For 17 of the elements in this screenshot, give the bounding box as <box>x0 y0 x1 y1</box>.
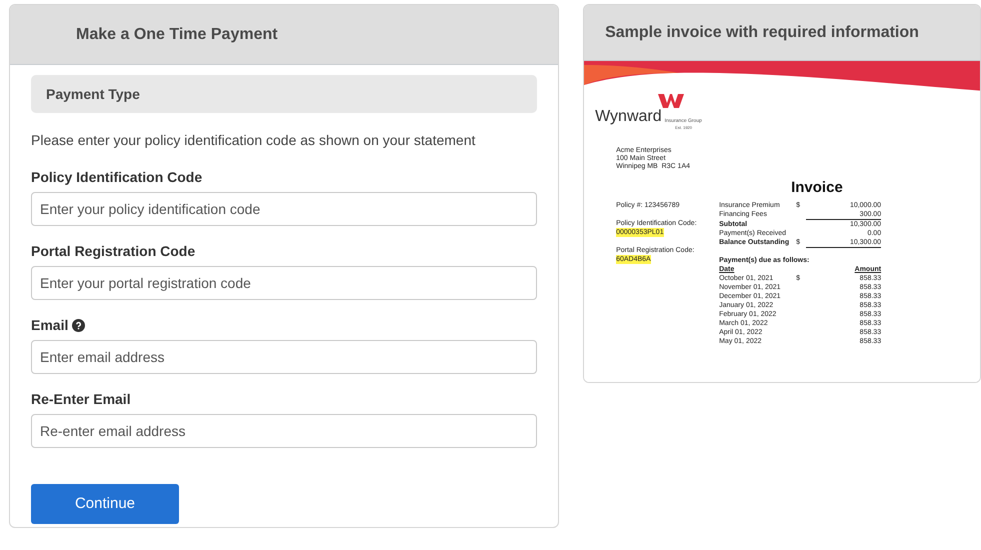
input-field[interactable]: Enter email address <box>31 340 538 374</box>
input-field[interactable]: Enter your policy identification code <box>31 192 538 226</box>
field-label: Email <box>31 316 68 335</box>
field-label: Re-Enter Email <box>31 390 131 409</box>
field-label: Policy Identification Code <box>31 168 202 187</box>
input-field[interactable]: Enter your portal registration code <box>31 266 538 300</box>
invoice-title: Invoice <box>791 179 843 197</box>
panel-title: Sample invoice with required information <box>605 22 919 42</box>
field-label: Portal Registration Code <box>31 242 196 261</box>
logo-mark-icon <box>658 94 684 108</box>
instruction-text: Please enter your policy identification code as shown on your statement <box>31 131 476 150</box>
panel-title: Make a One Time Payment <box>76 24 278 44</box>
input-field[interactable]: Re-enter email address <box>31 414 538 448</box>
help-icon[interactable] <box>72 319 86 332</box>
continue-button[interactable]: Continue <box>31 484 179 524</box>
logo-name: Wynward <box>595 109 662 125</box>
section-title: Payment Type <box>46 84 140 104</box>
